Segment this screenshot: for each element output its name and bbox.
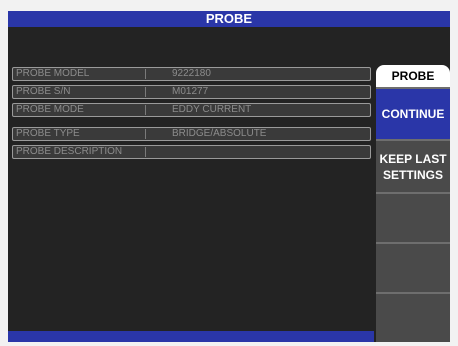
title-bar: PROBE <box>8 11 450 27</box>
field-value: M01277 <box>172 86 209 97</box>
field-label: PROBE TYPE <box>16 128 80 139</box>
field-divider <box>145 129 146 139</box>
keep-last-label-line2: SETTINGS <box>382 167 443 182</box>
probe-type-row: PROBE TYPE BRIDGE/ABSOLUTE <box>12 127 371 141</box>
field-value: EDDY CURRENT <box>172 104 252 115</box>
field-divider <box>145 105 146 115</box>
field-label: PROBE MODEL <box>16 68 90 79</box>
status-bar <box>8 331 374 342</box>
field-divider <box>145 147 146 157</box>
softkey-3[interactable] <box>376 192 450 242</box>
field-value: 9222180 <box>172 68 211 79</box>
probe-mode-row: PROBE MODE EDDY CURRENT <box>12 103 371 117</box>
probe-description-row: PROBE DESCRIPTION <box>12 145 371 159</box>
probe-sn-row: PROBE S/N M01277 <box>12 85 371 99</box>
keep-last-settings-button[interactable]: KEEP LAST SETTINGS <box>376 139 450 192</box>
softkey-panel: PROBE CONTINUE KEEP LAST SETTINGS <box>376 65 450 342</box>
continue-button[interactable]: CONTINUE <box>376 87 450 139</box>
field-divider <box>145 69 146 79</box>
field-divider <box>145 87 146 97</box>
softkey-menu-title: PROBE <box>376 65 450 87</box>
softkey-4[interactable] <box>376 242 450 292</box>
keep-last-label-line1: KEEP LAST <box>379 151 447 166</box>
field-label: PROBE DESCRIPTION <box>16 146 123 157</box>
field-value: BRIDGE/ABSOLUTE <box>172 128 267 139</box>
page-title: PROBE <box>205 11 253 26</box>
field-label: PROBE MODE <box>16 104 84 115</box>
softkey-5[interactable] <box>376 292 450 342</box>
probe-model-row: PROBE MODEL 9222180 <box>12 67 371 81</box>
field-label: PROBE S/N <box>16 86 71 97</box>
continue-label: CONTINUE <box>381 107 445 121</box>
